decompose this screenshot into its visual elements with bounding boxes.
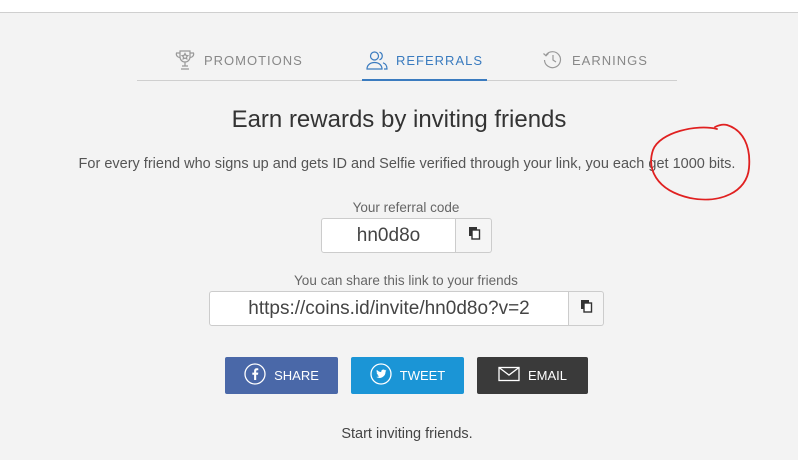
facebook-icon (244, 363, 266, 388)
copy-code-button[interactable] (456, 218, 492, 253)
copy-icon (579, 299, 593, 318)
referral-code-label: Your referral code (352, 200, 460, 215)
twitter-tweet-button[interactable]: TWEET (351, 357, 464, 394)
tab-label-promotions: PROMOTIONS (204, 52, 303, 68)
tab-label-referrals: REFERRALS (396, 52, 484, 68)
twitter-icon (370, 363, 392, 388)
envelope-icon (498, 366, 520, 385)
tab-bar: PROMOTIONS REFERRALS EARNINGS (137, 40, 677, 81)
copy-icon (467, 226, 481, 245)
facebook-share-button[interactable]: SHARE (225, 357, 338, 394)
users-icon (366, 49, 388, 71)
share-label: SHARE (274, 368, 319, 383)
tab-referrals[interactable]: REFERRALS (361, 40, 488, 81)
share-link-label: You can share this link to your friends (294, 273, 518, 288)
email-label: EMAIL (527, 368, 567, 383)
footer-text: Start inviting friends. (341, 426, 473, 442)
referral-code-field[interactable]: hn0d8o (321, 218, 456, 253)
tab-promotions[interactable]: PROMOTIONS (174, 40, 303, 80)
history-icon (542, 49, 564, 71)
share-link-field[interactable]: https://coins.id/invite/hn0d8o?v=2 (209, 291, 569, 326)
email-share-button[interactable]: EMAIL (477, 357, 588, 394)
tab-label-earnings: EARNINGS (572, 52, 648, 68)
tab-earnings[interactable]: EARNINGS (542, 40, 648, 80)
red-circle-annotation (650, 123, 751, 201)
tweet-label: TWEET (399, 368, 446, 383)
copy-link-button[interactable] (569, 291, 604, 326)
trophy-icon (174, 49, 196, 71)
top-bar (0, 0, 798, 13)
